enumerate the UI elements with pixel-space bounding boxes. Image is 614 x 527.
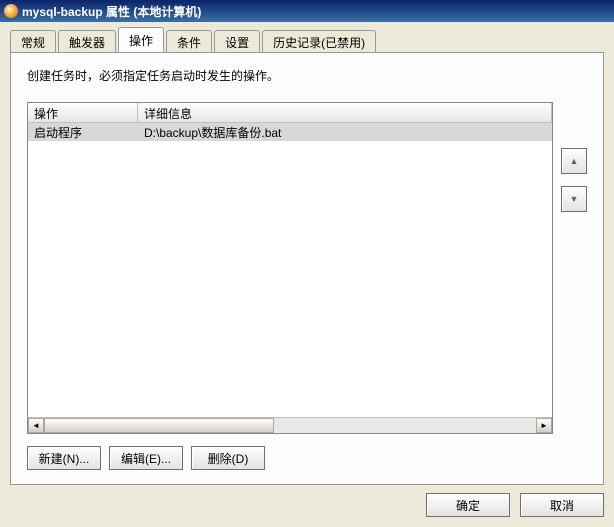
- new-button[interactable]: 新建(N)...: [27, 446, 101, 470]
- ok-button[interactable]: 确定: [426, 493, 510, 517]
- dialog-footer: 确定 取消: [10, 485, 604, 517]
- tab-label: 操作: [129, 34, 153, 48]
- tab-label: 设置: [225, 36, 249, 50]
- tab-label: 条件: [177, 36, 201, 50]
- table-body[interactable]: 启动程序 D:\backup\数据库备份.bat: [28, 123, 552, 417]
- chevron-up-icon: ▲: [570, 156, 579, 166]
- scroll-thumb[interactable]: [44, 418, 274, 433]
- tab-label: 常规: [21, 36, 45, 50]
- delete-button[interactable]: 删除(D): [191, 446, 265, 470]
- window-title: mysql-backup 属性 (本地计算机): [22, 3, 201, 20]
- tab-settings[interactable]: 设置: [214, 30, 260, 53]
- table-row[interactable]: 启动程序 D:\backup\数据库备份.bat: [28, 123, 552, 141]
- scroll-left-button[interactable]: ◄: [28, 418, 44, 433]
- tab-history[interactable]: 历史记录(已禁用): [262, 30, 376, 53]
- table-header: 操作 详细信息: [28, 103, 552, 123]
- tab-label: 触发器: [69, 36, 105, 50]
- content-row: 操作 详细信息 启动程序 D:\backup\数据库备份.bat ◄ ►: [27, 102, 587, 434]
- tab-conditions[interactable]: 条件: [166, 30, 212, 53]
- move-up-button[interactable]: ▲: [561, 148, 587, 174]
- column-header-action[interactable]: 操作: [28, 103, 138, 122]
- move-down-button[interactable]: ▼: [561, 186, 587, 212]
- tab-label: 历史记录(已禁用): [273, 36, 365, 50]
- cell-action: 启动程序: [28, 123, 138, 142]
- instruction-text: 创建任务时，必须指定任务启动时发生的操作。: [27, 67, 587, 84]
- dialog-body: 常规 触发器 操作 条件 设置 历史记录(已禁用) 创建任务时，必须指定任务启动…: [0, 22, 614, 527]
- tab-panel-actions: 创建任务时，必须指定任务启动时发生的操作。 操作 详细信息 启动程序 D:\ba…: [10, 52, 604, 485]
- scroll-right-button[interactable]: ►: [536, 418, 552, 433]
- reorder-buttons: ▲ ▼: [561, 102, 587, 434]
- tab-general[interactable]: 常规: [10, 30, 56, 53]
- tab-actions[interactable]: 操作: [118, 27, 164, 52]
- horizontal-scrollbar[interactable]: ◄ ►: [28, 417, 552, 433]
- titlebar: mysql-backup 属性 (本地计算机): [0, 0, 614, 22]
- app-icon: [4, 4, 18, 18]
- action-buttons-row: 新建(N)... 编辑(E)... 删除(D): [27, 446, 587, 470]
- scroll-track[interactable]: [274, 418, 536, 433]
- tab-strip: 常规 触发器 操作 条件 设置 历史记录(已禁用): [10, 30, 604, 52]
- tab-triggers[interactable]: 触发器: [58, 30, 116, 53]
- chevron-down-icon: ▼: [570, 194, 579, 204]
- cell-detail: D:\backup\数据库备份.bat: [138, 123, 552, 142]
- cancel-button[interactable]: 取消: [520, 493, 604, 517]
- actions-table: 操作 详细信息 启动程序 D:\backup\数据库备份.bat ◄ ►: [27, 102, 553, 434]
- edit-button[interactable]: 编辑(E)...: [109, 446, 183, 470]
- column-header-detail[interactable]: 详细信息: [138, 103, 552, 122]
